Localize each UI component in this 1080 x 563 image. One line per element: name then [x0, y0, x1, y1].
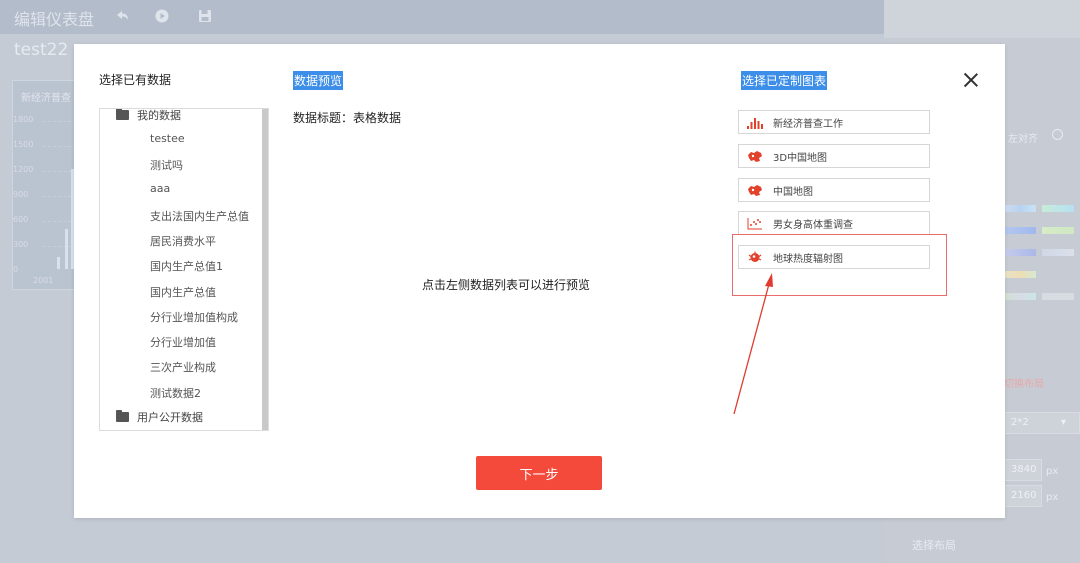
tree-item[interactable]: 支出法国内生产总值: [150, 208, 249, 224]
tree-item[interactable]: 居民消费水平: [150, 233, 216, 249]
swatch[interactable]: [1004, 227, 1036, 234]
swatch[interactable]: [1042, 205, 1074, 212]
chart-item-height-weight[interactable]: 男女身高体重调查: [738, 211, 930, 235]
choose-layout-label[interactable]: 选择布局: [912, 537, 956, 553]
selection-highlight-box: [732, 234, 947, 296]
custom-charts-title: 选择已定制图表: [741, 71, 828, 90]
caret-down-icon: ▾: [1061, 417, 1067, 428]
color-swatch-row[interactable]: [1004, 271, 1080, 278]
data-title-row: 数据标题：表格数据: [293, 109, 401, 126]
tree-folder-my-data[interactable]: 我的数据: [116, 109, 181, 123]
tree-folder-label: 用户公开数据: [137, 411, 203, 424]
chart-item-china-map[interactable]: 中国地图: [738, 178, 930, 202]
tree-item[interactable]: 三次产业构成: [150, 359, 216, 375]
tree-scrollbar[interactable]: [262, 109, 268, 430]
chart-item-3d-china-map[interactable]: 3D中国地图: [738, 144, 930, 168]
editor-topbar: 编辑仪表盘: [0, 0, 884, 34]
tree-item[interactable]: 测试数据2: [150, 385, 201, 401]
next-step-button[interactable]: 下一步: [476, 456, 602, 490]
color-swatch-row[interactable]: [1004, 249, 1080, 256]
preview-icon[interactable]: [154, 8, 170, 24]
properties-header: [884, 0, 1080, 38]
preview-hint: 点击左侧数据列表可以进行预览: [422, 278, 591, 292]
tree-folder-label: 我的数据: [137, 109, 181, 122]
swatch[interactable]: [1042, 249, 1074, 256]
y-tick: 600: [13, 215, 29, 224]
close-icon[interactable]: [963, 72, 979, 88]
existing-data-title: 选择已有数据: [99, 73, 172, 87]
tree-item[interactable]: aaa: [150, 182, 170, 195]
swatch[interactable]: [1004, 205, 1036, 212]
y-tick: 1800: [13, 115, 34, 124]
grid-select-value: 2*2: [1011, 417, 1029, 428]
widget-title: 新经济普查: [21, 93, 71, 104]
tree-item[interactable]: testee: [150, 132, 185, 145]
chart-item-label: 新经济普查工作: [773, 118, 843, 130]
dashboard-name: test22: [14, 40, 69, 60]
chart-item-label: 3D中国地图: [773, 152, 828, 164]
switch-layout-link[interactable]: 切换布局: [1004, 375, 1044, 390]
select-data-dialog: 选择已有数据 数据预览 选择已定制图表 我的数据 testee 测试吗 aaa …: [74, 44, 1005, 518]
width-unit: px: [1046, 466, 1059, 477]
swatch[interactable]: [1004, 293, 1036, 300]
tree-item[interactable]: 分行业增加值构成: [150, 309, 238, 325]
x-tick: 2001: [33, 276, 54, 285]
tree-folder-public-data[interactable]: 用户公开数据: [116, 409, 203, 425]
y-tick: 300: [13, 240, 29, 249]
color-swatch-row[interactable]: [1004, 227, 1080, 234]
swatch[interactable]: [1042, 227, 1074, 234]
color-swatch-row[interactable]: [1004, 293, 1080, 300]
folder-icon: [116, 410, 129, 422]
china-map-icon: [747, 183, 763, 197]
y-tick: 0: [13, 265, 19, 274]
y-tick: 900: [13, 190, 29, 199]
align-radio-icon[interactable]: [1052, 129, 1063, 140]
grid-select[interactable]: 2*2 ▾: [1004, 412, 1080, 434]
china-map-icon: [747, 149, 763, 163]
bg-bar: [57, 257, 60, 269]
swatch[interactable]: [1004, 271, 1036, 278]
tree-item[interactable]: 国内生产总值1: [150, 258, 223, 274]
editor-title: 编辑仪表盘: [14, 10, 95, 29]
swatch[interactable]: [1042, 293, 1074, 300]
data-tree: 我的数据 testee 测试吗 aaa 支出法国内生产总值 居民消费水平 国内生…: [99, 108, 269, 431]
data-title-label: 数据标题：: [293, 111, 354, 125]
bg-bar: [65, 229, 68, 269]
undo-icon[interactable]: [114, 8, 130, 24]
data-preview-title: 数据预览: [293, 71, 344, 90]
tree-item[interactable]: 测试吗: [150, 157, 183, 173]
scatter-chart-icon: [747, 216, 763, 230]
folder-icon: [116, 109, 129, 120]
align-left-option[interactable]: 左对齐: [1008, 130, 1038, 145]
color-swatch-row[interactable]: [1004, 205, 1080, 212]
chart-item-label: 中国地图: [773, 186, 813, 198]
save-icon[interactable]: [197, 8, 213, 24]
tree-item[interactable]: 分行业增加值: [150, 334, 216, 350]
chart-item-label: 男女身高体重调查: [773, 219, 853, 231]
bar-chart-icon: [747, 115, 763, 129]
tree-scrollbar-thumb[interactable]: [262, 109, 268, 430]
tree-item[interactable]: 国内生产总值: [150, 284, 216, 300]
data-title-value: 表格数据: [353, 111, 402, 125]
height-unit: px: [1046, 492, 1059, 503]
y-tick: 1200: [13, 165, 34, 174]
y-tick: 1500: [13, 140, 34, 149]
chart-item-new-economy[interactable]: 新经济普查工作: [738, 110, 930, 134]
width-input[interactable]: 3840: [1004, 459, 1042, 481]
swatch[interactable]: [1004, 249, 1036, 256]
height-input[interactable]: 2160: [1004, 485, 1042, 507]
